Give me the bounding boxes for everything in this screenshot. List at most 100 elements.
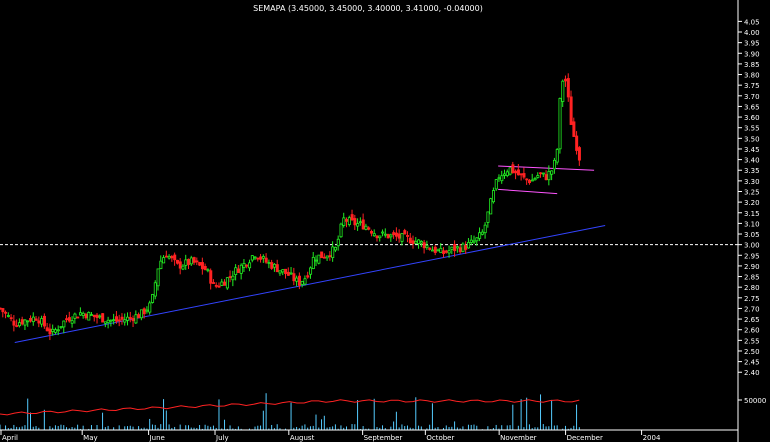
candle-body [422,242,426,249]
candle-body [486,211,490,223]
candle-body [403,230,407,235]
x-tick-label: July [215,434,229,442]
candle-body [189,257,193,265]
candle-body [306,275,310,278]
candle-body [550,170,554,175]
candle-body [167,255,171,259]
candle-body [40,318,44,325]
x-tick-label: November [500,434,537,442]
candle-body [336,238,340,247]
candle-body [259,256,263,260]
candle-body [561,80,565,102]
candle-body [475,237,479,242]
y-tick-label: 3.25 [744,188,760,196]
candle-body [101,313,105,323]
candle-body [480,231,484,235]
price-chart: 4.05 4.00 3.95 3.90 3.85 3.80 3.75 3.70 3.65 3.60… [0,0,766,442]
candle-body [142,308,146,315]
candle-body [461,243,465,252]
candle-body [173,254,177,261]
candle-body [245,264,249,267]
y-tick-label: 3.45 [744,146,760,154]
y-tick-label: 2.75 [744,295,760,303]
candle-body [131,318,135,322]
candle-body [1,308,5,313]
candle-body [109,319,113,322]
candle-body [59,326,63,328]
candle-body [289,272,293,275]
candle-body [483,224,487,234]
candle-body [411,240,415,244]
candle-body [275,264,279,273]
candle-body [87,311,91,321]
candle-body [455,246,459,249]
candle-body [292,273,296,282]
candle-body [414,240,418,244]
y-tick-label: 3.75 [744,82,760,90]
candle-body [253,256,257,259]
candle-body [187,258,191,265]
candle-body [419,241,423,244]
candle-body [469,239,473,243]
candle-body [178,261,182,269]
x-tick-label: April [2,434,18,442]
y-tick-label: 3.90 [744,50,760,58]
candle-body [489,198,493,215]
candle-body [128,317,132,319]
candle-body [552,159,556,170]
x-tick-label: August [290,434,315,442]
candle-body [145,309,149,312]
candle-body [400,233,404,242]
candle-body [439,247,443,254]
candle-body [417,239,421,244]
candle-body [347,217,351,225]
candle-body [103,321,107,324]
y-tick-label: 3.00 [744,242,760,250]
candle-body [231,275,235,281]
x-tick-label: June [149,434,165,442]
candle-body [151,294,155,303]
candle-body [195,260,199,263]
candle-body [311,256,315,269]
candle-body [541,172,545,175]
candle-body [350,214,354,221]
candle-body [544,174,548,181]
candle-body [530,179,534,182]
candle-body [364,225,368,230]
y-tick-label: 3.30 [744,178,760,186]
candle-body [73,313,77,319]
candle-body [358,221,362,224]
candle-body [572,121,576,137]
candle-body [84,313,88,319]
candle-body [328,255,332,258]
candle-body [234,267,238,275]
y-tick-label: 2.80 [744,284,760,292]
y-tick-label: 3.80 [744,72,760,80]
y-tick-label: 3.70 [744,93,760,101]
candle-body [383,233,387,236]
axes: 4.05 4.00 3.95 3.90 3.85 3.80 3.75 3.70 3.65 3.60… [0,0,766,442]
trendline-support [14,225,606,343]
candle-body [425,245,429,249]
candle-body [15,325,19,327]
y-tick-label: 4.00 [744,29,760,37]
candle-body [18,322,22,327]
candle-body [117,319,121,322]
candle-body [286,271,290,276]
candle-body [533,178,537,181]
candle-body [575,135,579,151]
candle-body [48,328,52,335]
candle-body [0,307,2,310]
y-tick-label: 4.05 [744,18,760,26]
candle-body [450,246,454,250]
y-tick-label: 2.65 [744,316,760,324]
y-tick-label: 2.60 [744,327,760,335]
candle-body [95,314,99,319]
candle-body [345,219,349,222]
candle-body [503,173,507,176]
candle-body [278,270,282,274]
y-tick-label: 3.40 [744,157,760,165]
candle-body [367,227,371,230]
candle-body [558,98,562,150]
candle-body [20,319,24,325]
